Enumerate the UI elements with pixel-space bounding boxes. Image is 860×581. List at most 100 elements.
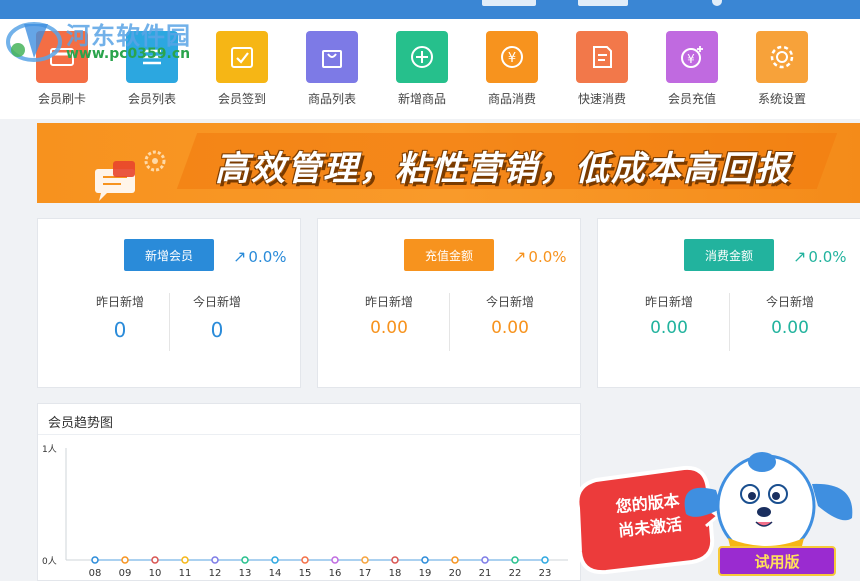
data-point <box>511 556 519 564</box>
x-tick-label: 19 <box>419 568 432 579</box>
yen-recharge-icon: ¥ <box>666 31 718 83</box>
stat-label: 今日新增 <box>485 295 534 309</box>
x-tick-label: 22 <box>509 568 522 579</box>
tool-product-consumption[interactable]: ¥ 商品消费 <box>467 31 557 111</box>
recharge-amount-button[interactable]: 充值金额 <box>404 239 494 271</box>
top-bar-item[interactable] <box>482 0 536 6</box>
watermark-logo-icon <box>6 22 62 62</box>
stat-value: 0.00 <box>370 318 408 338</box>
y-tick-label: 0人 <box>42 556 57 567</box>
x-tick-label: 17 <box>359 568 372 579</box>
yesterday-stat: 昨日新增 0.00 <box>329 293 449 338</box>
banner-slogan: 高效管理，粘性营销，低成本高回报 <box>215 149 791 189</box>
stat-label: 昨日新增 <box>644 295 693 309</box>
today-stat: 今日新增 0 <box>157 293 277 342</box>
yen-coin-icon: ¥ <box>486 31 538 83</box>
tool-add-product[interactable]: 新增商品 <box>377 31 467 111</box>
stat-card-recharge-amount: 充值金额 ↗ 0.0% 昨日新增 0.00 今日新增 0.00 <box>317 218 581 388</box>
top-bar-item[interactable] <box>578 0 628 6</box>
tool-label: 会员充值 <box>667 92 716 106</box>
x-tick-label: 13 <box>239 568 252 579</box>
data-point <box>421 556 429 564</box>
data-point <box>121 556 129 564</box>
member-trend-chart: 会员趋势图 1人 0人 08 09 10 11 12 13 14 15 16 17 18 19 20 21 22… <box>37 403 582 581</box>
svg-text:¥: ¥ <box>687 52 695 66</box>
data-point <box>211 556 219 564</box>
x-tick-label: 12 <box>209 568 222 579</box>
stat-label: 今日新增 <box>192 295 241 309</box>
chart-canvas: 1人 0人 08 09 10 11 12 13 14 15 16 17 18 19 20 21 22 23 <box>42 444 568 579</box>
today-stat: 今日新增 0.00 <box>730 293 850 338</box>
x-tick-label: 18 <box>389 568 402 579</box>
new-members-button[interactable]: 新增会员 <box>124 239 214 271</box>
x-tick-label: 09 <box>119 568 132 579</box>
x-tick-label: 14 <box>269 568 282 579</box>
quick-note-icon <box>576 31 628 83</box>
percent-value: 0.0% <box>528 247 567 266</box>
x-tick-label: 11 <box>179 568 192 579</box>
data-point <box>481 556 489 564</box>
tool-label: 会员签到 <box>217 92 266 106</box>
data-point <box>331 556 339 564</box>
stat-label: 今日新增 <box>765 295 814 309</box>
watermark: 河东软件园 www.pc0359.cn <box>4 14 214 70</box>
x-tick-label: 15 <box>299 568 312 579</box>
tool-label: 商品列表 <box>307 92 356 106</box>
stat-label: 昨日新增 <box>364 295 413 309</box>
tool-label: 会员列表 <box>127 92 176 106</box>
trial-version-button[interactable]: 试用版 <box>718 546 836 576</box>
svg-text:¥: ¥ <box>508 51 516 66</box>
tool-label: 会员刷卡 <box>37 92 86 106</box>
data-point <box>151 556 159 564</box>
y-tick-label: 1人 <box>42 444 57 455</box>
tool-quick-consumption[interactable]: 快速消费 <box>557 31 647 111</box>
change-percent: ↗ 0.0% <box>793 247 847 266</box>
data-point <box>241 556 249 564</box>
consumption-amount-button[interactable]: 消费金额 <box>684 239 774 271</box>
gear-icon <box>756 31 808 83</box>
shopping-bag-icon <box>306 31 358 83</box>
tool-label: 快速消费 <box>577 92 626 106</box>
stat-card-consumption-amount: 消费金额 ↗ 0.0% 昨日新增 0.00 今日新增 0.00 <box>597 218 860 388</box>
data-point <box>271 556 279 564</box>
stat-card-new-members: 新增会员 ↗ 0.0% 昨日新增 0 今日新增 0 <box>37 218 301 388</box>
x-tick-label: 23 <box>539 568 552 579</box>
percent-value: 0.0% <box>808 247 847 266</box>
activation-promo: 您的版本 尚未激活 试用版 <box>566 446 860 581</box>
tool-system-settings[interactable]: 系统设置 <box>737 31 827 111</box>
x-tick-label: 08 <box>89 568 102 579</box>
tool-label: 新增商品 <box>397 92 446 106</box>
tool-label: 商品消费 <box>487 92 536 106</box>
data-point <box>361 556 369 564</box>
x-tick-label: 20 <box>449 568 462 579</box>
plus-circle-icon <box>396 31 448 83</box>
data-point <box>391 556 399 564</box>
stat-value: 0.00 <box>771 318 809 338</box>
data-point <box>181 556 189 564</box>
stat-value: 0 <box>210 318 224 342</box>
chat-bubble-icon <box>95 150 166 201</box>
promo-banner[interactable]: 高效管理，粘性营销，低成本高回报 <box>37 123 860 203</box>
percent-value: 0.0% <box>248 247 287 266</box>
yesterday-stat: 昨日新增 0.00 <box>609 293 729 338</box>
top-bar-icon[interactable] <box>712 0 722 6</box>
data-point <box>541 556 549 564</box>
tool-member-recharge[interactable]: ¥ 会员充值 <box>647 31 737 111</box>
arrow-up-right-icon: ↗ <box>513 247 527 266</box>
x-tick-label: 10 <box>149 568 162 579</box>
watermark-url: www.pc0359.cn <box>66 46 191 62</box>
stat-value: 0.00 <box>491 318 529 338</box>
checkin-icon <box>216 31 268 83</box>
arrow-up-right-icon: ↗ <box>793 247 807 266</box>
arrow-up-right-icon: ↗ <box>233 247 247 266</box>
change-percent: ↗ 0.0% <box>233 247 287 266</box>
x-tick-label: 21 <box>479 568 492 579</box>
x-tick-label: 16 <box>329 568 342 579</box>
data-point <box>301 556 309 564</box>
tool-product-list[interactable]: 商品列表 <box>287 31 377 111</box>
change-percent: ↗ 0.0% <box>513 247 567 266</box>
data-point <box>91 556 99 564</box>
tool-label: 系统设置 <box>757 92 806 106</box>
stat-value: 0.00 <box>650 318 688 338</box>
today-stat: 今日新增 0.00 <box>450 293 570 338</box>
